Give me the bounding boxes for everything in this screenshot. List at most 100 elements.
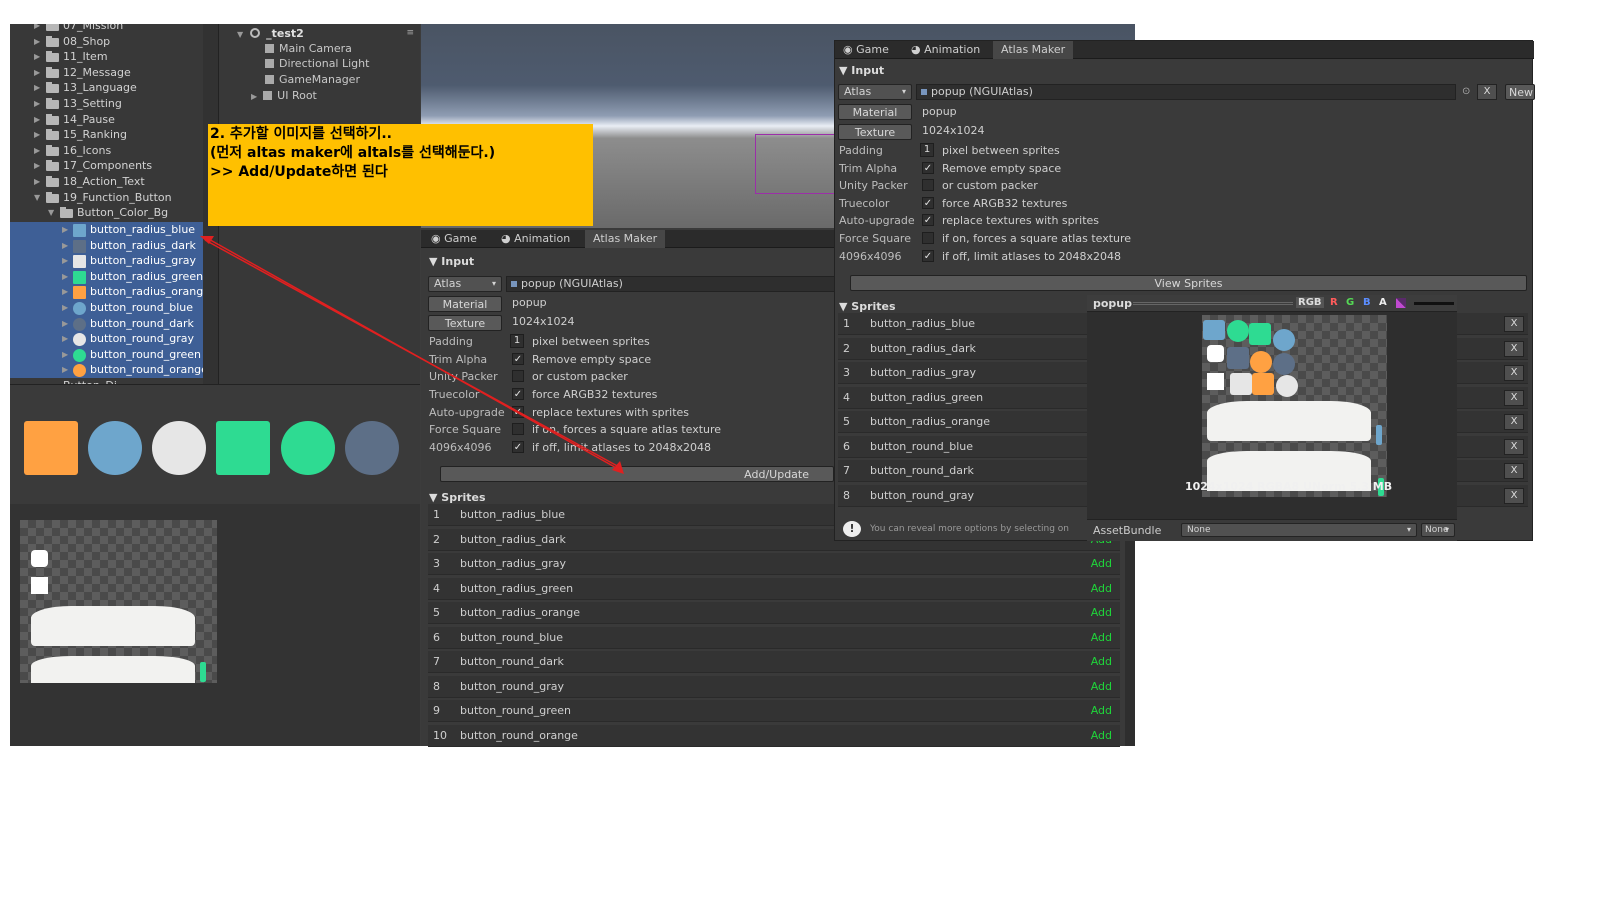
force-square-checkbox[interactable] [512, 423, 524, 435]
sprite-add-button[interactable]: Add [1091, 578, 1112, 600]
atlas-type-dropdown[interactable]: Atlas [428, 276, 502, 292]
expand-arrow-icon[interactable]: ▶ [62, 284, 68, 300]
atlas-type-dropdown[interactable]: Atlas [838, 84, 912, 100]
padding-input[interactable]: 1 [920, 143, 934, 157]
expand-arrow-icon[interactable]: ▶ [34, 127, 40, 143]
project-sprite-row[interactable]: ▶ button_radius_dark [10, 237, 218, 254]
expand-arrow-icon[interactable]: ▶ [34, 112, 40, 128]
hierarchy-item[interactable]: Main Camera [265, 41, 352, 57]
texture-button[interactable]: Texture [428, 315, 502, 331]
expand-arrow-icon[interactable]: ▶ [34, 49, 40, 65]
project-sprite-row[interactable]: ▶ button_round_gray [10, 331, 218, 348]
truecolor-checkbox[interactable]: ✓ [512, 388, 524, 400]
trim-alpha-checkbox[interactable]: ✓ [512, 353, 524, 365]
sprite-remove-button[interactable]: X [1504, 438, 1524, 455]
expand-arrow-icon[interactable]: ▶ [34, 158, 40, 174]
preview-blue-circle[interactable] [88, 421, 142, 475]
expand-arrow-icon[interactable]: ▶ [34, 65, 40, 81]
project-folder-row[interactable]: ▶ 14_Pause [10, 112, 218, 128]
expand-arrow-icon[interactable]: ▶ [34, 143, 40, 159]
unity-packer-checkbox[interactable] [922, 179, 934, 191]
auto-upgrade-checkbox[interactable]: ✓ [512, 406, 524, 418]
hierarchy-item[interactable]: ▶ UI Root [251, 88, 317, 104]
project-folder-row[interactable]: ▶ 16_Icons [10, 143, 218, 159]
sprite-remove-button[interactable]: X [1504, 340, 1524, 357]
project-sprite-row[interactable]: ▶ button_round_blue [10, 300, 218, 316]
hierarchy-item[interactable]: GameManager [265, 72, 360, 88]
tab-atlas-maker[interactable]: Atlas Maker [993, 41, 1074, 59]
project-folder-row[interactable]: ▶ 11_Item [10, 49, 218, 65]
hierarchy-item[interactable]: Directional Light [265, 56, 369, 72]
unity-packer-checkbox[interactable] [512, 370, 524, 382]
assetbundle-dropdown[interactable]: None [1181, 523, 1417, 537]
atlas-object-field[interactable]: popup (NGUIAtlas) [916, 84, 1456, 100]
expand-arrow-icon[interactable]: ▼ [48, 205, 54, 221]
expand-arrow-icon[interactable]: ▶ [62, 300, 68, 316]
tab-atlas-maker[interactable]: Atlas Maker [585, 230, 666, 248]
truecolor-checkbox[interactable]: ✓ [922, 197, 934, 209]
input-foldout[interactable]: ▼ Input [429, 255, 474, 268]
project-folder-row[interactable]: ▼ Button_Color_Bg [10, 205, 218, 221]
size-4096-checkbox[interactable]: ✓ [922, 250, 934, 262]
sprite-row[interactable]: 3 button_radius_gray Add [428, 553, 1120, 575]
sprite-remove-button[interactable]: X [1504, 316, 1524, 332]
auto-upgrade-checkbox[interactable]: ✓ [922, 214, 934, 226]
tab-game[interactable]: ◉ Game [835, 41, 897, 59]
view-sprites-button[interactable]: View Sprites [850, 275, 1527, 291]
expand-arrow-icon[interactable]: ▶ [34, 174, 40, 190]
expand-arrow-icon[interactable]: ▶ [34, 80, 40, 96]
expand-arrow-icon[interactable]: ▶ [34, 34, 40, 50]
sprite-remove-button[interactable]: X [1504, 365, 1524, 381]
expand-arrow-icon[interactable]: ▶ [62, 269, 68, 285]
sprite-remove-button[interactable]: X [1504, 414, 1524, 430]
project-folder-row[interactable]: ▶ 17_Components [10, 158, 218, 174]
sprite-add-button[interactable]: Add [1091, 676, 1112, 698]
sprite-remove-button[interactable]: X [1504, 463, 1524, 479]
project-sprite-row[interactable]: ▶ button_round_orange [10, 362, 218, 379]
force-square-checkbox[interactable] [922, 232, 934, 244]
sprite-row[interactable]: 9 button_round_green Add [428, 700, 1120, 722]
sprites-scrollbar[interactable] [1125, 505, 1135, 746]
project-folder-row[interactable]: ▶ 13_Language [10, 80, 218, 96]
tab-animation[interactable]: ◕ Animation [903, 41, 988, 59]
tab-animation[interactable]: ◕ Animation [493, 230, 578, 248]
project-sprite-row[interactable]: ▶ button_round_green [10, 346, 218, 363]
sprite-add-button[interactable]: Add [1091, 553, 1112, 575]
sprite-row[interactable]: 6 button_round_blue Add [428, 626, 1120, 649]
trim-alpha-checkbox[interactable]: ✓ [922, 162, 934, 174]
sprite-add-button[interactable]: Add [1091, 700, 1112, 722]
clear-atlas-button[interactable]: X [1477, 84, 1497, 100]
project-folder-row[interactable]: ▶ 07_Mission [10, 24, 218, 34]
preview-drag-handle[interactable] [1133, 302, 1293, 305]
sprite-remove-button[interactable]: X [1504, 389, 1524, 406]
padding-input[interactable]: 1 [510, 334, 524, 348]
project-folder-row[interactable]: ▶ 13_Setting [10, 96, 218, 112]
project-folder-row[interactable]: ▶ 08_Shop [10, 34, 218, 50]
preview-green-square[interactable] [216, 421, 270, 475]
sprites-foldout[interactable]: ▼ Sprites [839, 300, 896, 313]
project-folder-row[interactable]: ▶ 18_Action_Text [10, 174, 218, 190]
hierarchy-scene-row[interactable]: ▼ _test2 [237, 26, 304, 42]
material-button[interactable]: Material [428, 296, 502, 312]
channel-b-button[interactable]: B [1363, 297, 1371, 308]
channel-r-button[interactable]: R [1330, 297, 1338, 308]
sprites-foldout[interactable]: ▼ Sprites [429, 491, 486, 504]
project-folder-row[interactable]: ▶ 12_Message [10, 65, 218, 81]
preview-orange-square[interactable] [24, 421, 78, 475]
mip-slider[interactable] [1414, 302, 1454, 305]
atlas-object-field[interactable]: popup (NGUIAtlas) [506, 276, 836, 292]
project-sprite-row[interactable]: ▶ button_radius_orange [10, 284, 218, 301]
material-button[interactable]: Material [838, 104, 912, 120]
expand-arrow-icon[interactable]: ▶ [34, 96, 40, 112]
sprite-add-button[interactable]: Add [1091, 651, 1112, 673]
tab-game[interactable]: ◉ Game [423, 230, 485, 248]
sprite-row[interactable]: 7 button_round_dark Add [428, 651, 1120, 673]
sprite-add-button[interactable]: Add [1091, 602, 1112, 624]
project-folder-row[interactable]: ▼ 19_Function_Button [10, 190, 218, 206]
preview-dark-circle[interactable] [345, 421, 399, 475]
texture-button[interactable]: Texture [838, 124, 912, 140]
sprite-row[interactable]: 8 button_round_gray Add [428, 675, 1120, 698]
channel-g-button[interactable]: G [1346, 297, 1354, 308]
expand-arrow-icon[interactable]: ▶ [62, 331, 68, 347]
new-atlas-button[interactable]: New [1505, 84, 1535, 100]
